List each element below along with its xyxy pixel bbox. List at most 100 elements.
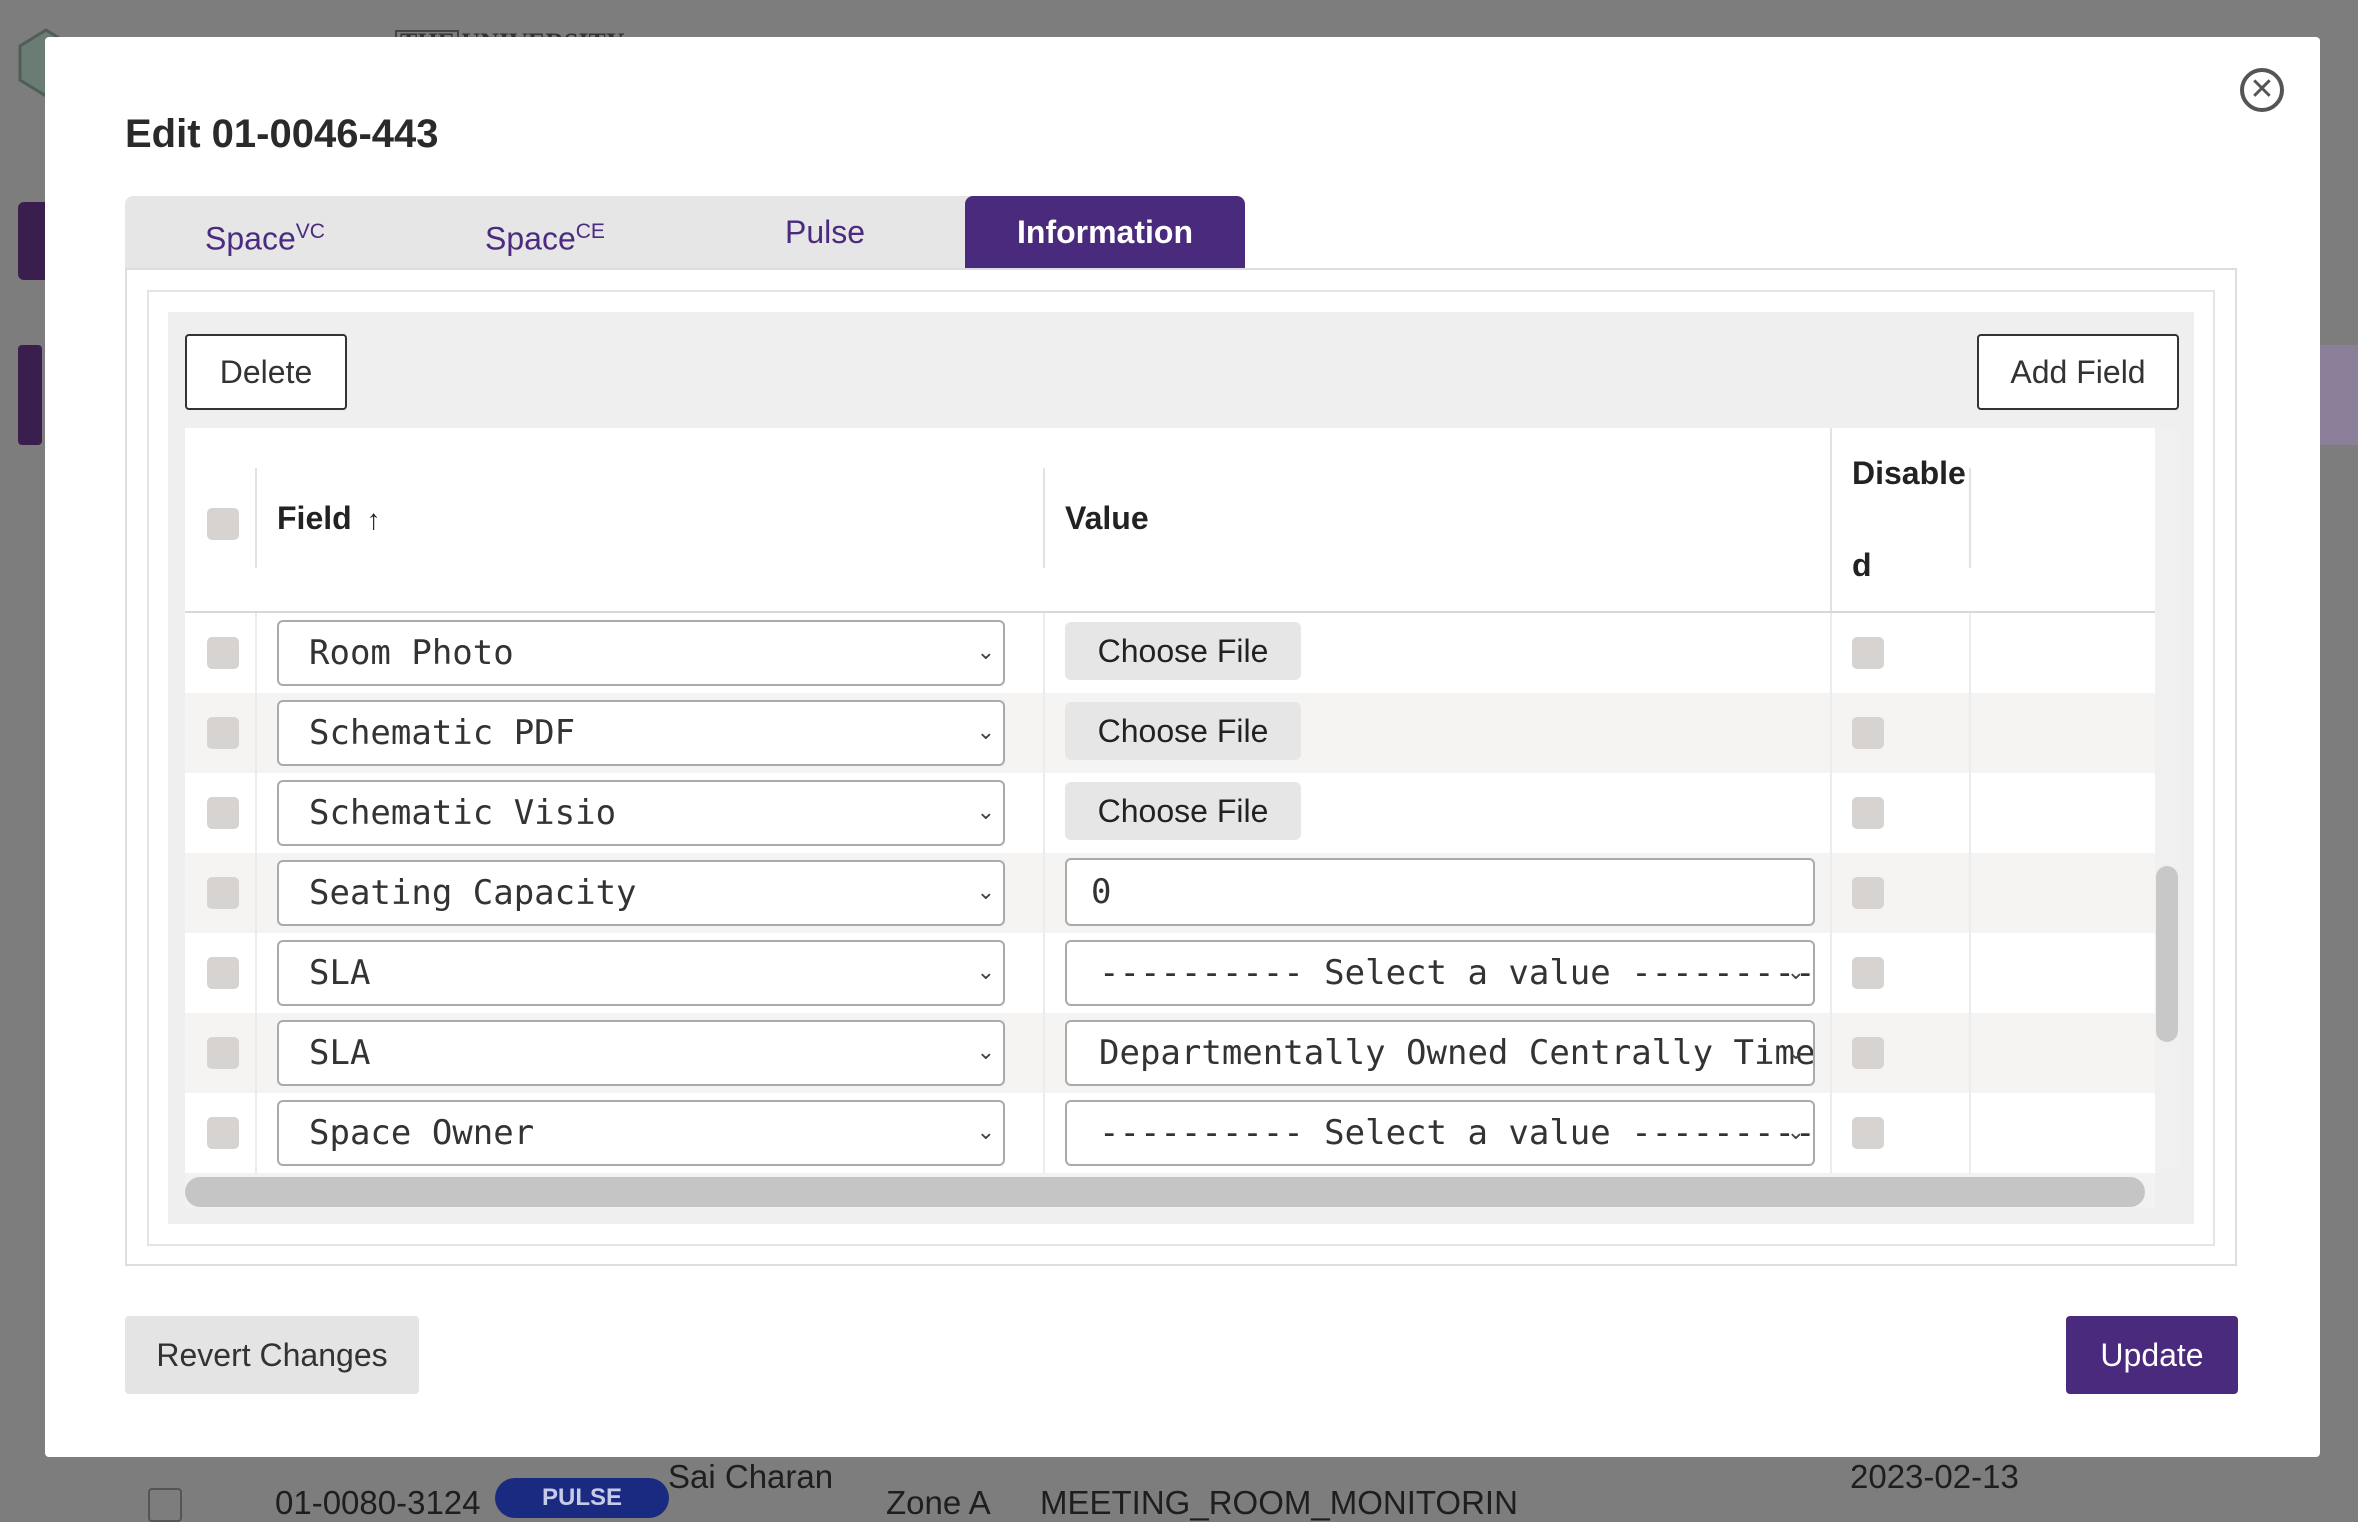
table-row: Seating Capacity ⌄ 0 [185,853,2155,933]
table-row: Schematic Visio ⌄ Choose File [185,773,2155,853]
field-header-label: Field [277,500,352,536]
row-divider [1830,933,1832,1013]
choose-file-button[interactable]: Choose File [1065,702,1301,760]
field-select[interactable]: Schematic Visio ⌄ [277,780,1005,846]
tab-space-vc-label: Space [205,220,296,257]
row-checkbox[interactable] [207,717,239,749]
field-select-value: Schematic Visio [309,793,617,833]
value-select-text: ---------- Select a value ---------- [1099,953,1815,993]
disabled-column-header-line1[interactable]: Disable [1852,455,1966,492]
value-select[interactable]: Departmentally Owned Centrally Timetable… [1065,1020,1815,1086]
value-select-text: Departmentally Owned Centrally Timetable… [1099,1033,1815,1073]
field-select-value: SLA [309,953,371,993]
field-select[interactable]: Space Owner ⌄ [277,1100,1005,1166]
header-divider [1969,468,1971,568]
row-divider [255,853,257,933]
chevron-down-icon: ⌄ [976,880,995,905]
select-all-checkbox[interactable] [207,508,239,540]
horizontal-scrollbar[interactable] [185,1177,2145,1207]
choose-file-button[interactable]: Choose File [1065,622,1301,680]
update-button[interactable]: Update [2066,1316,2238,1394]
disabled-checkbox[interactable] [1852,717,1884,749]
value-select[interactable]: ---------- Select a value ---------- ⌄ [1065,940,1815,1006]
chevron-down-icon: ⌄ [976,960,995,985]
row-checkbox[interactable] [207,1037,239,1069]
row-divider [1969,613,1971,693]
choose-file-button[interactable]: Choose File [1065,782,1301,840]
revert-changes-button[interactable]: Revert Changes [125,1316,419,1394]
background-right-panel [2318,345,2358,445]
tab-space-vc-sup: VC [295,220,325,243]
row-checkbox[interactable] [207,957,239,989]
field-select[interactable]: SLA ⌄ [277,940,1005,1006]
disabled-checkbox[interactable] [1852,1117,1884,1149]
add-field-button[interactable]: Add Field [1977,334,2179,410]
close-icon[interactable]: ✕ [2240,68,2284,112]
background-side-block [18,345,42,445]
row-divider [1969,933,1971,1013]
field-select[interactable]: Seating Capacity ⌄ [277,860,1005,926]
table-row: Room Photo ⌄ Choose File [185,613,2155,693]
arrow-up-icon: ↑ [366,504,381,535]
disabled-checkbox[interactable] [1852,877,1884,909]
tab-information[interactable]: Information [965,196,1245,268]
row-divider [1969,773,1971,853]
modal-title: Edit 01-0046-443 [125,112,439,156]
table-header: Field ↑ Value Disable d [185,428,2155,613]
disabled-checkbox[interactable] [1852,637,1884,669]
chevron-down-icon: ⌄ [1786,1040,1805,1065]
tab-space-vc[interactable]: SpaceVC [125,196,405,268]
background-row-zone: Zone A [886,1484,991,1521]
row-divider [1969,1013,1971,1093]
chevron-down-icon: ⌄ [1786,1120,1805,1145]
value-column-header[interactable]: Value [1065,500,1149,537]
value-select[interactable]: ---------- Select a value ---------- ⌄ [1065,1100,1815,1166]
disabled-checkbox[interactable] [1852,797,1884,829]
tab-space-ce-sup: CE [575,220,605,243]
background-row-id: 01-0080-3124 [275,1484,481,1521]
row-divider [255,773,257,853]
disabled-checkbox[interactable] [1852,957,1884,989]
row-checkbox[interactable] [207,1117,239,1149]
row-checkbox[interactable] [207,637,239,669]
fields-table: Field ↑ Value Disable d Room Photo ⌄ Choo… [185,428,2155,1173]
row-divider [255,933,257,1013]
field-select-value: Room Photo [309,633,514,673]
row-checkbox[interactable] [207,797,239,829]
field-column-header[interactable]: Field ↑ [277,500,381,537]
chevron-down-icon: ⌄ [976,720,995,745]
row-divider [255,1093,257,1173]
chevron-down-icon: ⌄ [976,800,995,825]
tab-pulse-label: Pulse [784,214,866,250]
value-input[interactable]: 0 [1065,858,1815,926]
tab-space-ce-label: Space [485,220,576,257]
field-select[interactable]: SLA ⌄ [277,1020,1005,1086]
background-row-type: MEETING_ROOM_MONITORIN [1040,1484,1518,1521]
row-divider [1830,613,1832,693]
tab-pulse[interactable]: Pulse [685,196,965,268]
field-select-value: SLA [309,1033,371,1073]
field-select-value: Seating Capacity [309,873,637,913]
field-select[interactable]: Room Photo ⌄ [277,620,1005,686]
field-select-value: Space Owner [309,1113,535,1153]
disabled-checkbox[interactable] [1852,1037,1884,1069]
background-row-badge: PULSE [495,1478,669,1518]
row-divider [1043,773,1045,853]
tab-information-label: Information [1017,214,1193,250]
field-select[interactable]: Schematic PDF ⌄ [277,700,1005,766]
tab-space-ce[interactable]: SpaceCE [405,196,685,268]
table-row: SLA ⌄ ---------- Select a value ---------… [185,933,2155,1013]
chevron-down-icon: ⌄ [976,640,995,665]
table-row: Schematic PDF ⌄ Choose File [185,693,2155,773]
vertical-scrollbar[interactable] [2156,866,2178,1042]
row-checkbox[interactable] [207,877,239,909]
row-divider [1830,1093,1832,1173]
delete-button[interactable]: Delete [185,334,347,410]
row-divider [1043,1093,1045,1173]
row-divider [1830,693,1832,773]
row-divider [255,1013,257,1093]
row-divider [1830,853,1832,933]
disabled-column-header-line2: d [1852,547,1872,583]
table-row: SLA ⌄ Departmentally Owned Centrally Time… [185,1013,2155,1093]
header-divider [255,468,257,568]
